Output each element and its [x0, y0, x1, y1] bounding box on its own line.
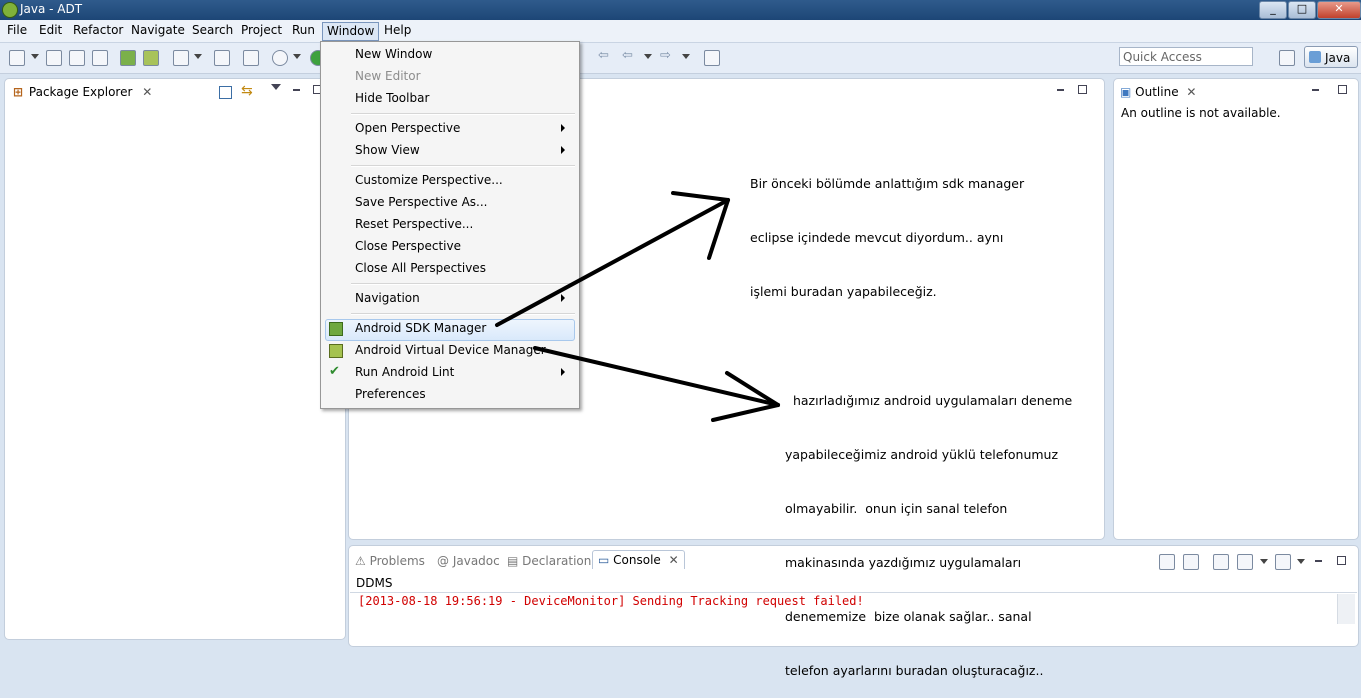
annotation-arrows — [495, 191, 780, 422]
arrowhead-1a — [671, 191, 730, 202]
arrow-to-note-2 — [533, 346, 780, 407]
arrow-to-note-1 — [495, 198, 730, 327]
arrowhead-2b — [711, 403, 780, 422]
note2-line6: telefon ayarlarını buradan oluşturacağız… — [785, 663, 1044, 678]
